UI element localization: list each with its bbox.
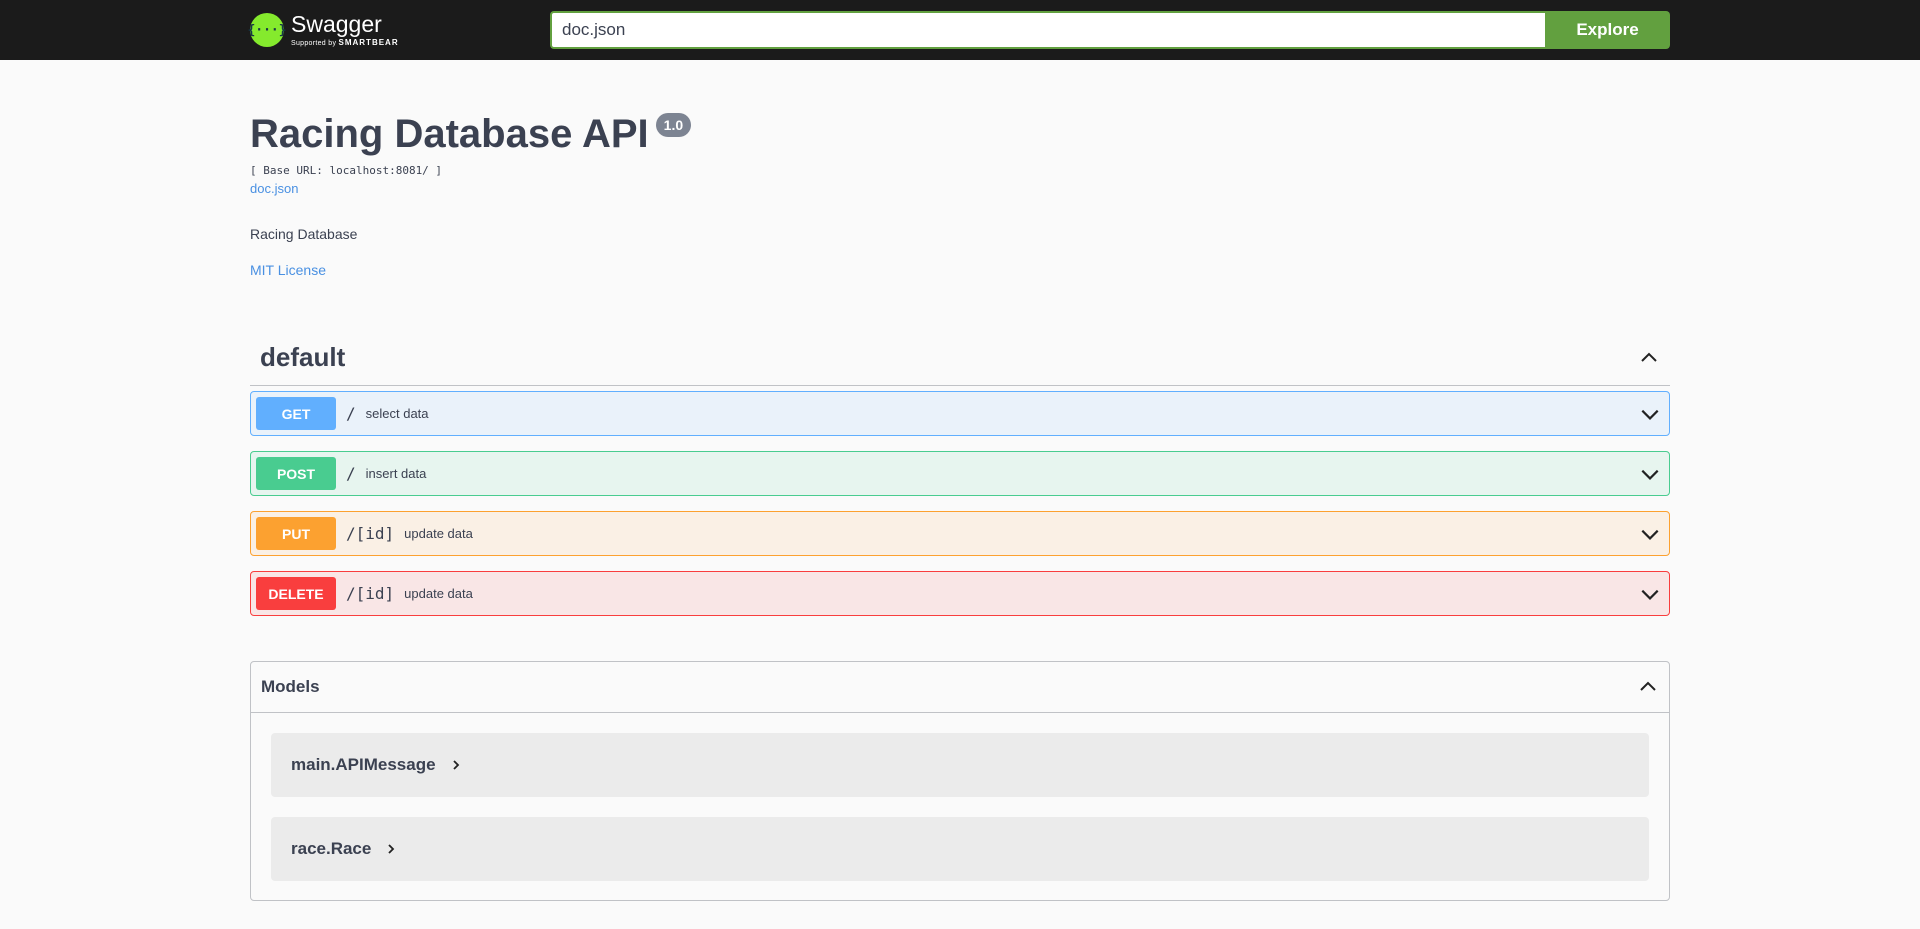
api-description: Racing Database [250, 226, 358, 242]
api-info: Racing Database API 1.0 [ Base URL: loca… [250, 110, 1670, 280]
model-name: race.Race [291, 839, 372, 858]
operation-path: / [346, 464, 356, 483]
operation-summary: update data [404, 526, 473, 541]
version-badge: 1.0 [655, 113, 692, 137]
chevron-up-icon[interactable] [1638, 347, 1660, 369]
topbar: {···} Swagger Supported by SMARTBEAR Exp… [0, 0, 1920, 60]
license-link[interactable]: MIT License [250, 262, 326, 278]
operation-path: / [346, 404, 356, 423]
method-badge: DELETE [256, 577, 336, 610]
base-url: [ Base URL: localhost:8081/ ] [250, 164, 443, 177]
operation-post-root[interactable]: POST / insert data [250, 451, 1670, 496]
logo-name: Swagger [291, 11, 382, 37]
swagger-logo-icon: {···} [247, 13, 287, 47]
tag-name: default [260, 342, 346, 372]
method-badge: GET [256, 397, 336, 430]
model-item-main-apimessage[interactable]: main.APIMessage [271, 733, 1649, 797]
doc-json-link[interactable]: doc.json [250, 181, 298, 196]
logo-sub-prefix: Supported by [291, 40, 337, 47]
operation-path: /[id] [346, 524, 395, 543]
model-name: main.APIMessage [291, 755, 436, 774]
tag-header-default[interactable]: default [250, 330, 1670, 386]
method-badge: PUT [256, 517, 336, 550]
models-header[interactable]: Models [251, 662, 1669, 713]
title-row: Racing Database API 1.0 [250, 110, 1670, 158]
models-title: Models [261, 677, 320, 696]
operation-put-id[interactable]: PUT /[id] update data [250, 511, 1670, 556]
models-section: Models main.APIMessage race.Race [250, 661, 1670, 901]
operation-delete-id[interactable]: DELETE /[id] update data [250, 571, 1670, 616]
page-title: Racing Database API [250, 112, 649, 156]
operation-summary: update data [404, 586, 473, 601]
swagger-logo[interactable]: {···} Swagger Supported by SMARTBEAR [247, 10, 399, 50]
chevron-right-icon[interactable] [450, 759, 462, 771]
model-item-race-race[interactable]: race.Race [271, 817, 1649, 881]
logo-sub: Supported by SMARTBEAR [291, 38, 399, 48]
chevron-right-icon[interactable] [385, 843, 397, 855]
logo-text: Swagger Supported by SMARTBEAR [291, 11, 399, 48]
chevron-down-icon[interactable] [1639, 403, 1661, 425]
search-input[interactable] [550, 11, 1545, 49]
chevron-up-icon[interactable] [1637, 676, 1659, 698]
chevron-down-icon[interactable] [1639, 583, 1661, 605]
chevron-down-icon[interactable] [1639, 463, 1661, 485]
operation-get-root[interactable]: GET / select data [250, 391, 1670, 436]
operation-summary: insert data [365, 466, 427, 481]
operation-summary: select data [365, 406, 429, 421]
chevron-down-icon[interactable] [1639, 523, 1661, 545]
search-bar: Explore [550, 11, 1670, 49]
logo-sub-brand: SMARTBEAR [338, 38, 399, 47]
operation-path: /[id] [346, 584, 395, 603]
method-badge: POST [256, 457, 336, 490]
explore-button[interactable]: Explore [1545, 11, 1670, 49]
